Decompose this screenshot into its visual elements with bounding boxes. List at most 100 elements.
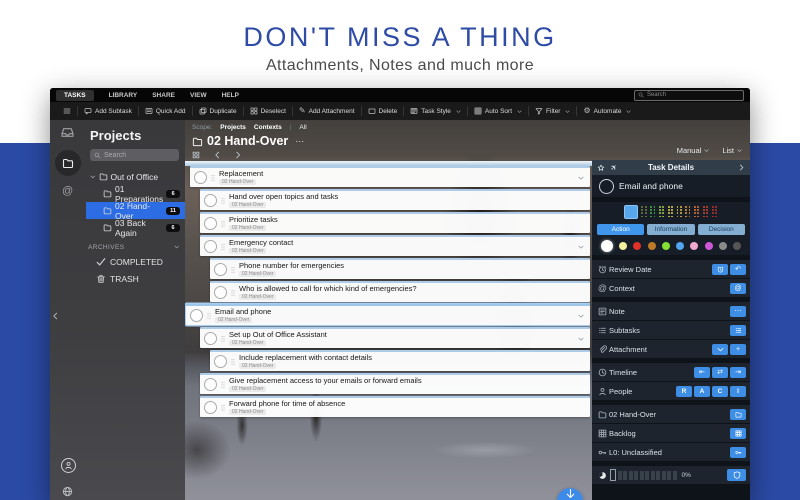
contexts-at-icon[interactable]: @ (62, 186, 73, 197)
review-date-undo-button[interactable]: ↶ (730, 263, 746, 275)
color-dot[interactable] (718, 242, 727, 250)
chevron-left-icon[interactable] (213, 151, 221, 159)
toolbar-hamburger-button[interactable] (57, 107, 77, 115)
people-i-button[interactable]: I (730, 385, 746, 397)
sidebar-mode-projects[interactable] (55, 150, 81, 176)
scope-tab-contexts[interactable]: Contexts (254, 124, 282, 131)
scope-tab-projects[interactable]: Projects (220, 124, 246, 131)
toolbar-add-subtask-button[interactable]: Add Subtask (78, 107, 138, 115)
priority-level-icon[interactable] (650, 205, 656, 218)
task-checkbox[interactable] (214, 286, 227, 299)
task-card-hand-over-open-topics-and-task[interactable]: Hand over open topics and tasks 02 Hand-… (200, 189, 590, 210)
task-checkbox[interactable] (214, 263, 227, 276)
chevron-down-icon[interactable] (90, 174, 96, 180)
sidebar-item-trash[interactable]: TRASH (86, 270, 185, 287)
task-checkbox[interactable] (204, 240, 217, 253)
backlog-grid-button[interactable] (730, 427, 746, 439)
color-dot[interactable] (633, 242, 642, 250)
task-card-give-replacement-access-to-you[interactable]: Give replacement access to your emails o… (200, 373, 590, 394)
task-checkbox[interactable] (190, 309, 203, 322)
task-card-replacement[interactable]: Replacement 02 Hand-Over (190, 166, 590, 187)
archives-section-header[interactable]: ARCHIVES (86, 241, 185, 253)
toolbar-quick-add-button[interactable]: Quick Add (139, 107, 192, 115)
review-date-alarm-clock-button[interactable] (712, 263, 728, 275)
menu-view[interactable]: VIEW (190, 92, 207, 99)
grid-view-icon[interactable] (192, 151, 200, 159)
priority-selected-swatch[interactable] (624, 205, 639, 219)
priority-level-icon[interactable] (694, 205, 700, 218)
inbox-icon[interactable] (61, 126, 74, 139)
task-card-emergency-contact[interactable]: Emergency contact 02 Hand-Over (200, 235, 590, 256)
color-dot[interactable] (661, 242, 670, 250)
task-expand-chevron[interactable] (578, 336, 584, 342)
menu-help[interactable]: HELP (222, 92, 239, 99)
drag-handle-icon[interactable] (205, 312, 213, 320)
people-c-button[interactable]: C (712, 385, 728, 397)
note-ellipsis-button[interactable]: ⋯ (730, 305, 746, 317)
drag-handle-icon[interactable] (229, 289, 237, 297)
people-a-button[interactable]: A (694, 385, 710, 397)
collapse-sidebar-chevron[interactable] (51, 312, 59, 320)
more-options-icon[interactable]: ⋯ (295, 136, 304, 147)
menu-search-field[interactable]: Search (634, 89, 744, 101)
drag-handle-icon[interactable] (219, 381, 227, 389)
task-checkbox[interactable] (204, 401, 217, 414)
task-card-who-is-allowed-to-call-for-whi[interactable]: Who is allowed to call for which kind of… (210, 281, 590, 302)
subtasks-subtasks-button[interactable] (730, 324, 746, 336)
02-hand-over-folder-button[interactable] (730, 408, 746, 420)
rocket-icon[interactable]: ✈ (608, 162, 619, 173)
menu-share[interactable]: SHARE (152, 92, 175, 99)
priority-level-icon[interactable] (702, 205, 709, 218)
attachment-chevron-down-button[interactable] (712, 343, 728, 355)
priority-level-icon[interactable] (685, 205, 691, 218)
sidebar-item-out-of-office[interactable]: Out of Office (86, 168, 185, 185)
l0-unclassified-key-button[interactable] (730, 446, 746, 458)
timeline-bar-start-button[interactable]: ⇤ (694, 366, 710, 378)
drag-handle-icon[interactable] (219, 220, 227, 228)
task-checkbox[interactable] (194, 171, 207, 184)
sidebar-item-01-preparations[interactable]: 01 Preparations 6 (86, 184, 185, 204)
color-dot[interactable] (690, 242, 699, 250)
projects-search-input[interactable]: Search (90, 149, 179, 161)
task-card-phone-number-for-emergencies[interactable]: Phone number for emergencies 02 Hand-Ove… (210, 258, 590, 279)
task-card-prioritize-tasks[interactable]: Prioritize tasks 02 Hand-Over (200, 212, 590, 233)
priority-level-icon[interactable] (641, 205, 647, 218)
type-button-information[interactable]: Information (647, 224, 695, 235)
task-checkbox[interactable] (204, 217, 217, 230)
toolbar-duplicate-button[interactable]: Duplicate (193, 107, 243, 115)
color-dot[interactable] (676, 242, 685, 250)
task-checkbox[interactable] (204, 194, 217, 207)
toolbar-automate-button[interactable]: ⚙ Automate (577, 107, 637, 115)
task-card-forward-phone-for-time-of-abse[interactable]: Forward phone for time of absence 02 Han… (200, 396, 590, 417)
toolbar-delete-button[interactable]: Delete (362, 107, 404, 115)
privacy-shield-button[interactable] (727, 469, 746, 481)
account-icon[interactable] (61, 458, 76, 473)
toolbar-auto-sort-button[interactable]: Auto Sort (468, 107, 528, 115)
priority-level-icon[interactable] (711, 205, 718, 218)
people-r-button[interactable]: R (676, 385, 692, 397)
layout-mode-dropdown[interactable]: List (722, 146, 742, 155)
drag-handle-icon[interactable] (219, 404, 227, 412)
star-icon[interactable] (597, 164, 605, 172)
toolbar-deselect-button[interactable]: Deselect (244, 107, 292, 115)
context-at-button[interactable]: @ (730, 282, 746, 294)
chevron-right-icon[interactable] (738, 164, 745, 171)
drag-handle-icon[interactable] (219, 243, 227, 251)
priority-level-icon[interactable] (659, 205, 665, 218)
task-card-include-replacement-with-conta[interactable]: Include replacement with contact details… (210, 350, 590, 371)
task-expand-chevron[interactable] (578, 313, 584, 319)
toolbar-task-style-button[interactable]: Task Style (404, 107, 467, 115)
sort-mode-dropdown[interactable]: Manual (677, 146, 710, 155)
priority-level-icon[interactable] (676, 205, 683, 218)
globe-icon[interactable] (62, 486, 73, 497)
type-button-action[interactable]: Action (597, 224, 645, 235)
color-dot[interactable] (619, 242, 628, 250)
priority-level-icon[interactable] (667, 205, 674, 218)
type-button-decision[interactable]: Decision (697, 224, 745, 235)
drag-handle-icon[interactable] (219, 335, 227, 343)
task-card-email-and-phone[interactable]: Email and phone 02 Hand-Over (186, 304, 590, 325)
toolbar-filter-button[interactable]: Filter (529, 107, 576, 115)
toolbar-add-attachment-button[interactable]: ✎ Add Attachment (293, 107, 361, 115)
task-checkbox[interactable] (204, 332, 217, 345)
sidebar-item-completed[interactable]: COMPLETED (86, 253, 185, 270)
